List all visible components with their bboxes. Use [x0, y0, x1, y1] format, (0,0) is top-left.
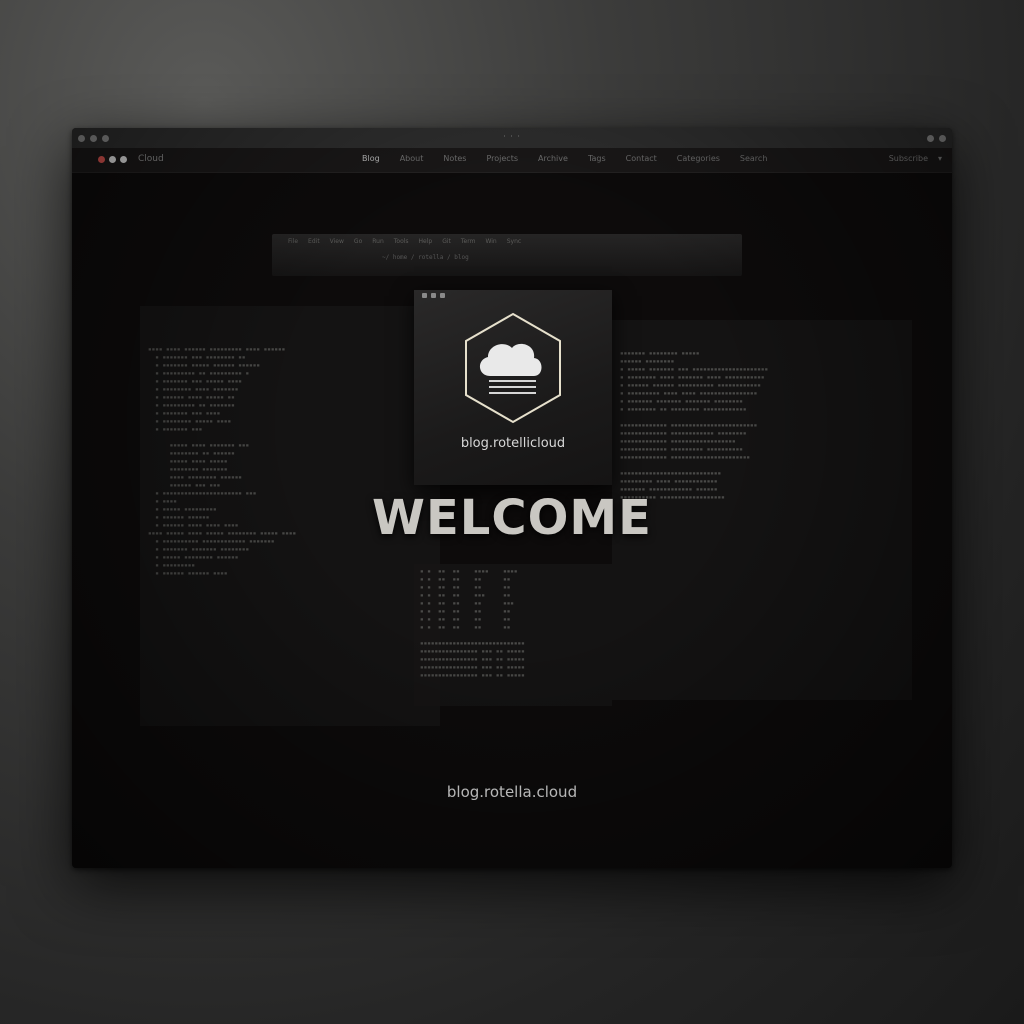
editor-menu-item[interactable]: Term — [461, 238, 476, 245]
minimize-dot[interactable] — [109, 156, 116, 163]
window-dot[interactable] — [939, 135, 946, 142]
tab-dots — [98, 156, 127, 163]
editor-menu-item[interactable]: File — [288, 238, 298, 245]
nav-item-tags[interactable]: Tags — [588, 154, 606, 163]
nav-item-notes[interactable]: Notes — [443, 154, 466, 163]
nav-item-about[interactable]: About — [400, 154, 424, 163]
welcome-headline: WELCOME — [372, 490, 652, 546]
editor-menu: File Edit View Go Run Tools Help Git Ter… — [288, 238, 521, 245]
logo-site-url: blog.rotellicloud — [460, 436, 566, 451]
nav-menu: Blog About Notes Projects Archive Tags C… — [362, 154, 767, 163]
nav-item-search[interactable]: Search — [740, 154, 767, 163]
logo-card[interactable]: blog.rotellicloud — [414, 290, 612, 485]
editor-menu-item[interactable]: Help — [419, 238, 433, 245]
chevron-down-icon[interactable]: ▾ — [938, 154, 942, 163]
nav-item-projects[interactable]: Projects — [486, 154, 518, 163]
cloud-icon — [465, 312, 561, 424]
window-title: · · · — [503, 132, 521, 141]
nav-item-contact[interactable]: Contact — [626, 154, 657, 163]
center-lower-code-pane: ▪ ▪ ▪▪ ▪▪ ▪▪▪▪ ▪▪▪▪ ▪ ▪ ▪▪ ▪▪ ▪▪ ▪▪ ▪ ▪ … — [414, 564, 612, 706]
nav-item-archive[interactable]: Archive — [538, 154, 568, 163]
site-nav-bar: Cloud Blog About Notes Projects Archive … — [72, 148, 952, 173]
site-url-link[interactable]: blog.rotella.cloud — [72, 783, 952, 801]
close-dot[interactable] — [98, 156, 105, 163]
window-controls-right[interactable] — [927, 135, 946, 142]
browser-window: · · · Cloud Blog About Notes Projects Ar… — [72, 128, 952, 868]
nav-item-categories[interactable]: Categories — [677, 154, 720, 163]
maximize-dot[interactable] — [120, 156, 127, 163]
title-bar: · · · — [72, 128, 952, 149]
subscribe-link[interactable]: Subscribe — [889, 154, 928, 163]
editor-menu-item[interactable]: Go — [354, 238, 362, 245]
editor-menu-item[interactable]: Sync — [507, 238, 521, 245]
editor-menu-item[interactable]: Tools — [394, 238, 409, 245]
editor-top-strip: File Edit View Go Run Tools Help Git Ter… — [272, 234, 742, 276]
editor-menu-item[interactable]: Git — [442, 238, 451, 245]
editor-menu-item[interactable]: Run — [372, 238, 384, 245]
nav-item-blog[interactable]: Blog — [362, 154, 380, 163]
editor-menu-item[interactable]: Win — [485, 238, 496, 245]
window-dot[interactable] — [927, 135, 934, 142]
editor-menu-item[interactable]: View — [330, 238, 344, 245]
editor-path: ~/ home / rotella / blog — [382, 254, 469, 261]
code-block: ▪ ▪ ▪▪ ▪▪ ▪▪▪▪ ▪▪▪▪ ▪ ▪ ▪▪ ▪▪ ▪▪ ▪▪ ▪ ▪ … — [420, 568, 525, 679]
editor-menu-item[interactable]: Edit — [308, 238, 320, 245]
site-brand[interactable]: Cloud — [138, 154, 164, 164]
